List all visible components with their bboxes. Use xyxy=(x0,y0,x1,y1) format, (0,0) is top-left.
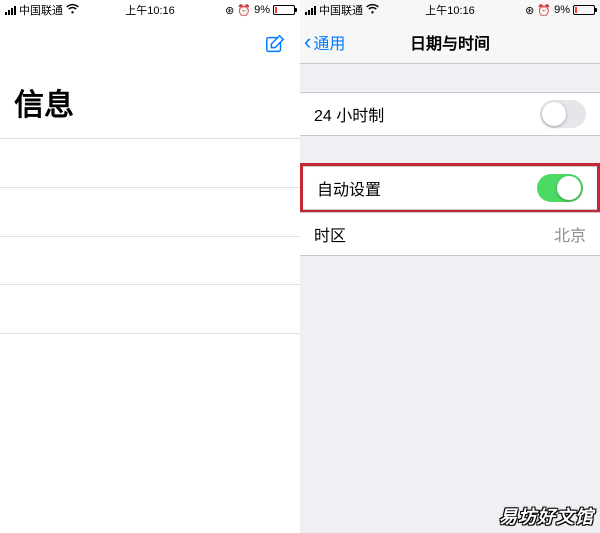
compose-icon[interactable] xyxy=(264,33,286,60)
battery-percent: 9% xyxy=(254,4,270,16)
clock-icon: ⏰ xyxy=(237,4,251,17)
watermark: 易坊好文馆 xyxy=(499,503,594,529)
nav-bar: ‹ 通用 日期与时间 xyxy=(300,20,600,64)
signal-icon xyxy=(305,6,316,15)
carrier-label: 中国联通 xyxy=(319,2,363,18)
chevron-left-icon: ‹ xyxy=(304,31,311,53)
battery-icon xyxy=(273,5,295,15)
cell-value: 北京 xyxy=(554,222,586,246)
signal-icon xyxy=(5,6,16,15)
toggle-24hour[interactable] xyxy=(540,100,586,128)
status-bar-left: 中国联通 上午10:16 ⊛ ⏰ 9% xyxy=(0,0,300,20)
messages-list xyxy=(0,139,300,533)
cell-24hour: 24 小时制 xyxy=(300,92,600,136)
status-time: 上午10:16 xyxy=(125,2,175,18)
back-button[interactable]: ‹ 通用 xyxy=(304,30,345,54)
wifi-icon xyxy=(366,4,379,17)
alarm-icon: ⊛ xyxy=(525,4,534,17)
cell-label: 24 小时制 xyxy=(314,102,384,126)
battery-icon xyxy=(573,5,595,15)
battery-percent: 9% xyxy=(554,4,570,16)
messages-header xyxy=(0,20,300,72)
highlight-box: 自动设置 xyxy=(300,163,600,213)
back-label: 通用 xyxy=(313,30,345,54)
messages-pane: 中国联通 上午10:16 ⊛ ⏰ 9% 信息 xyxy=(0,0,300,533)
nav-title: 日期与时间 xyxy=(410,30,490,54)
carrier-label: 中国联通 xyxy=(19,2,63,18)
cell-label: 时区 xyxy=(314,222,346,246)
toggle-auto-set[interactable] xyxy=(537,174,583,202)
status-bar-right: 中国联通 上午10:16 ⊛ ⏰ 9% xyxy=(300,0,600,20)
wifi-icon xyxy=(66,4,79,17)
status-time: 上午10:16 xyxy=(425,2,475,18)
settings-pane: 中国联通 上午10:16 ⊛ ⏰ 9% ‹ 通用 日期与时间 24 小时制 自动… xyxy=(300,0,600,533)
cell-label: 自动设置 xyxy=(317,176,381,200)
page-title: 信息 xyxy=(0,72,300,139)
cell-timezone[interactable]: 时区 北京 xyxy=(300,212,600,256)
alarm-icon: ⊛ xyxy=(225,4,234,17)
clock-icon: ⏰ xyxy=(537,4,551,17)
cell-auto-set: 自动设置 xyxy=(303,166,597,210)
